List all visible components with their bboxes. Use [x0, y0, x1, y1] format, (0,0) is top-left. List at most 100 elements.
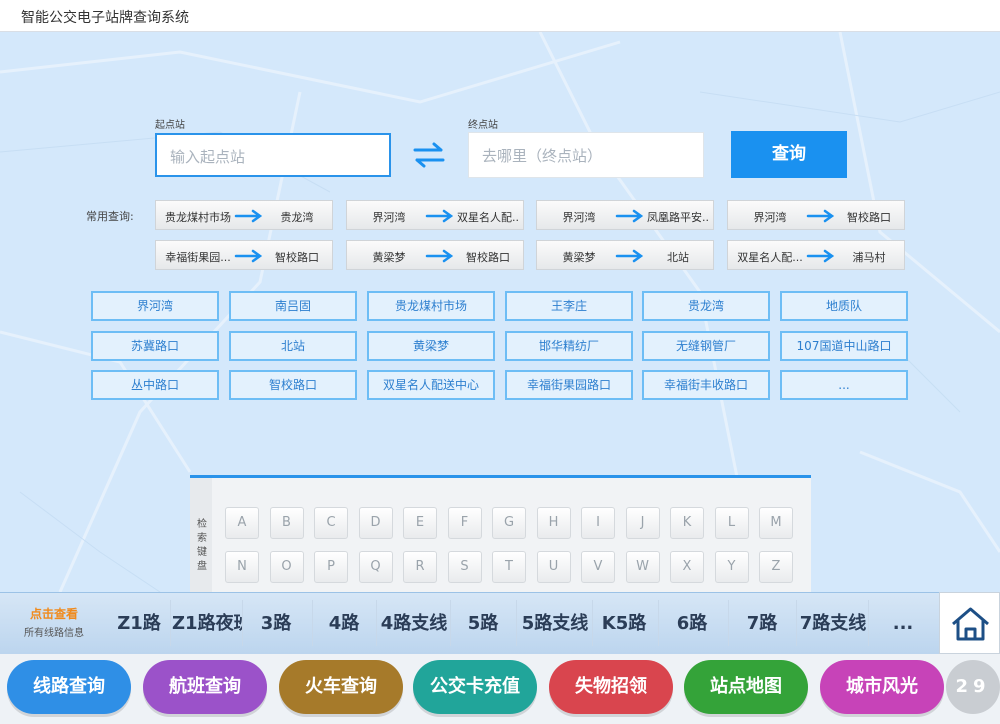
- key-a[interactable]: A: [225, 507, 259, 539]
- route-chip[interactable]: 双星名人配... 浦马村: [727, 240, 905, 270]
- right-arrow-icon: [234, 249, 264, 263]
- key-y[interactable]: Y: [714, 551, 749, 583]
- route-to: 北站: [667, 251, 689, 264]
- key-z[interactable]: Z: [759, 551, 793, 583]
- stop-button[interactable]: 丛中路口: [91, 370, 219, 400]
- line-separator: [658, 600, 659, 646]
- key-d[interactable]: D: [358, 507, 393, 539]
- stop-button[interactable]: 107国道中山路口: [780, 331, 908, 361]
- line-item[interactable]: 7路支线: [798, 610, 868, 638]
- nav-button[interactable]: 公交卡充值: [413, 660, 537, 714]
- stop-button[interactable]: 幸福街丰收路口: [642, 370, 770, 400]
- nav-button[interactable]: 城市风光: [820, 660, 944, 714]
- end-station-input[interactable]: 去哪里（终点站）: [468, 132, 704, 178]
- nav-button[interactable]: 失物招领: [549, 660, 673, 714]
- key-t[interactable]: T: [492, 551, 526, 583]
- stop-button[interactable]: 双星名人配送中心: [367, 370, 495, 400]
- hint-bottom: 所有线路信息: [24, 628, 84, 639]
- line-separator: [796, 600, 797, 646]
- line-item[interactable]: ...: [870, 610, 936, 638]
- stop-button[interactable]: 界河湾: [91, 291, 219, 321]
- key-s[interactable]: S: [447, 551, 482, 583]
- stop-button[interactable]: 邯华精纺厂: [505, 331, 633, 361]
- hint-top: 点击查看: [29, 607, 78, 621]
- key-e[interactable]: E: [403, 507, 437, 539]
- line-item[interactable]: 7路: [730, 610, 794, 638]
- route-to: 智校路口: [275, 251, 319, 264]
- key-f[interactable]: F: [447, 507, 482, 539]
- key-p[interactable]: P: [314, 551, 348, 583]
- stop-button[interactable]: 南吕固: [229, 291, 357, 321]
- line-item[interactable]: 4路: [314, 610, 374, 638]
- stop-button[interactable]: ...: [780, 370, 908, 400]
- swap-arrows-icon[interactable]: [411, 140, 447, 170]
- route-from: 双星名人配...: [737, 251, 803, 264]
- line-item[interactable]: K5路: [594, 610, 654, 638]
- stop-button[interactable]: 智校路口: [229, 370, 357, 400]
- right-arrow-icon: [806, 249, 836, 263]
- key-j[interactable]: J: [625, 507, 660, 539]
- all-lines-hint[interactable]: 点击查看 所有线路信息: [4, 605, 104, 639]
- route-chip[interactable]: 界河湾 凤凰路平安...: [536, 200, 714, 230]
- right-arrow-icon: [615, 249, 645, 263]
- route-chip[interactable]: 界河湾 双星名人配...: [346, 200, 524, 230]
- line-item[interactable]: 6路: [660, 610, 724, 638]
- stop-button[interactable]: 王李庄: [505, 291, 633, 321]
- key-m[interactable]: M: [759, 507, 793, 539]
- nav-button[interactable]: 站点地图: [684, 660, 808, 714]
- home-button[interactable]: [939, 592, 1000, 654]
- line-item[interactable]: Z1路夜班: [172, 610, 242, 638]
- route-to: 双星名人配...: [457, 211, 519, 224]
- line-item[interactable]: 3路: [244, 610, 308, 638]
- route-from: 界河湾: [562, 211, 596, 224]
- route-chip[interactable]: 贵龙煤村市场 贵龙湾: [155, 200, 333, 230]
- line-item[interactable]: Z1路: [108, 610, 170, 638]
- line-item[interactable]: 5路支线: [518, 610, 592, 638]
- line-separator: [170, 600, 171, 646]
- right-arrow-icon: [425, 249, 455, 263]
- line-separator: [242, 600, 243, 646]
- page-indicator[interactable]: 29: [946, 660, 1000, 714]
- route-chip[interactable]: 界河湾 智校路口: [727, 200, 905, 230]
- key-w[interactable]: W: [625, 551, 660, 583]
- stop-button[interactable]: 贵龙湾: [642, 291, 770, 321]
- key-r[interactable]: R: [403, 551, 437, 583]
- stop-button[interactable]: 无缝钢管厂: [642, 331, 770, 361]
- keyboard-label: 检索键盘: [197, 519, 207, 572]
- route-chip[interactable]: 黄梁梦 北站: [536, 240, 714, 270]
- nav-button[interactable]: 火车查询: [279, 660, 403, 714]
- key-h[interactable]: H: [536, 507, 571, 539]
- route-from: 贵龙煤村市场: [165, 211, 231, 224]
- stop-button[interactable]: 地质队: [780, 291, 908, 321]
- line-separator: [312, 600, 313, 646]
- stop-button[interactable]: 黄梁梦: [367, 331, 495, 361]
- line-separator: [376, 600, 377, 646]
- line-item[interactable]: 5路: [452, 610, 514, 638]
- line-separator: [516, 600, 517, 646]
- start-station-input[interactable]: 输入起点站: [155, 133, 391, 177]
- stop-button[interactable]: 苏冀路口: [91, 331, 219, 361]
- stop-button[interactable]: 北站: [229, 331, 357, 361]
- nav-button[interactable]: 航班查询: [143, 660, 267, 714]
- nav-button[interactable]: 线路查询: [7, 660, 131, 714]
- query-button[interactable]: 查询: [731, 131, 847, 178]
- key-u[interactable]: U: [536, 551, 571, 583]
- key-k[interactable]: K: [670, 507, 704, 539]
- key-l[interactable]: L: [714, 507, 749, 539]
- key-i[interactable]: I: [581, 507, 615, 539]
- line-item[interactable]: 4路支线: [378, 610, 450, 638]
- key-b[interactable]: B: [269, 507, 304, 539]
- key-q[interactable]: Q: [358, 551, 393, 583]
- stop-button[interactable]: 幸福街果园路口: [505, 370, 633, 400]
- line-separator: [868, 600, 869, 646]
- key-x[interactable]: X: [670, 551, 704, 583]
- route-chip[interactable]: 黄梁梦 智校路口: [346, 240, 524, 270]
- route-from: 黄梁梦: [562, 251, 596, 264]
- key-n[interactable]: N: [225, 551, 259, 583]
- route-chip[interactable]: 幸福街果园... 智校路口: [155, 240, 333, 270]
- stop-button[interactable]: 贵龙煤村市场: [367, 291, 495, 321]
- key-o[interactable]: O: [269, 551, 304, 583]
- key-g[interactable]: G: [492, 507, 526, 539]
- key-v[interactable]: V: [581, 551, 615, 583]
- key-c[interactable]: C: [314, 507, 348, 539]
